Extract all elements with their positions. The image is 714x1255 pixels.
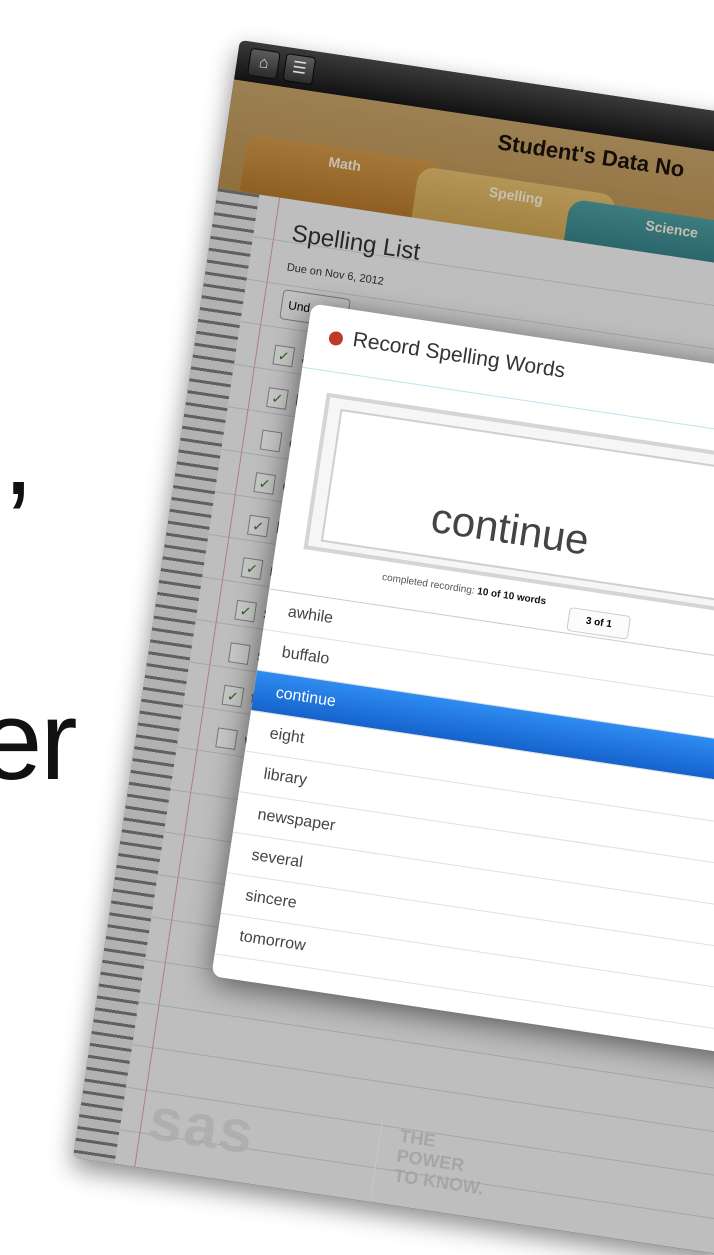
word-label: sincere [244, 887, 298, 912]
word-label: several [250, 846, 304, 872]
word-label: newspaper [256, 806, 337, 835]
home-icon: ⌂ [257, 54, 270, 73]
record-dot-icon [327, 330, 344, 347]
dialog-title: Record Spelling Words [351, 328, 567, 383]
tablet-screen: ⌂ ☰ Student's Data No Math Spelling Scie… [72, 40, 714, 1255]
word-label: library [262, 765, 309, 789]
word-label: tomorrow [238, 927, 307, 955]
word-label: eight [268, 725, 306, 748]
word-label: continue [274, 684, 337, 711]
menu-button[interactable]: ☰ [282, 53, 317, 86]
list-icon: ☰ [291, 59, 308, 79]
word-label: awhile [286, 603, 335, 627]
progress-value: 10 of 10 words [476, 586, 547, 608]
home-button[interactable]: ⌂ [246, 47, 281, 80]
background-text-1: l, [0, 393, 34, 518]
progress-label: completed recording: [381, 571, 476, 597]
word-label: buffalo [280, 644, 331, 668]
background-text-2: er [0, 678, 78, 803]
